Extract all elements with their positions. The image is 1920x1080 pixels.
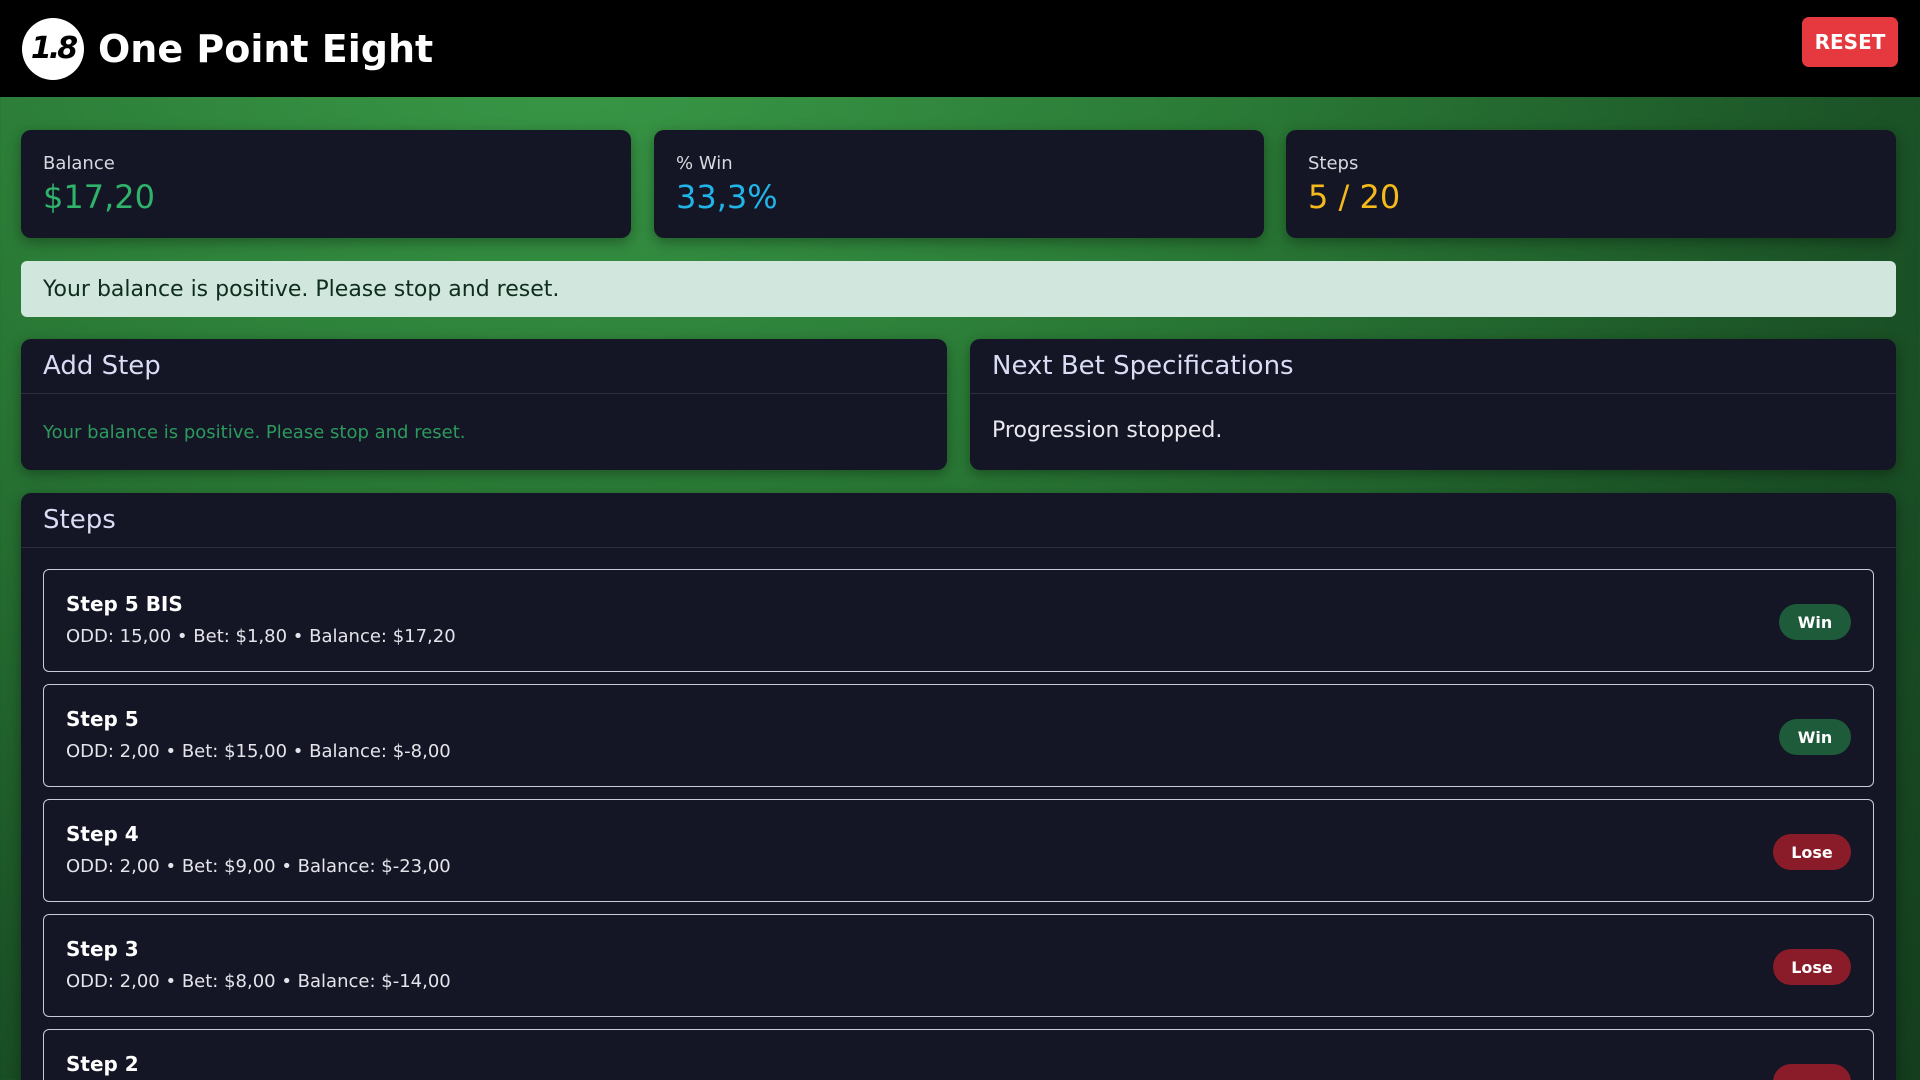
step-row[interactable]: Step 3 ODD: 2,00 • Bet: $8,00 • Balance:… [43,914,1874,1017]
reset-button[interactable]: RESET [1802,17,1898,67]
win-badge: Win [1779,604,1851,640]
balance-value: $17,20 [43,178,155,216]
steps-count-card: Steps 5 / 20 [1286,130,1896,238]
step-row[interactable]: Step 5 ODD: 2,00 • Bet: $15,00 • Balance… [43,684,1874,787]
win-percentage-label: % Win [676,153,733,174]
app-title: One Point Eight [98,26,434,71]
add-step-panel: Add Step Your balance is positive. Pleas… [21,339,947,470]
steps-count-value: 5 / 20 [1308,178,1401,216]
step-title: Step 4 [66,822,139,846]
positive-balance-alert: Your balance is positive. Please stop an… [21,261,1896,317]
steps-panel: Steps Step 5 BIS ODD: 15,00 • Bet: $1,80… [21,493,1896,1080]
next-bet-title: Next Bet Specifications [970,339,1896,394]
top-bar: 1.8 One Point Eight RESET [0,0,1920,97]
step-title: Step 5 [66,707,139,731]
win-percentage-card: % Win 33,3% [654,130,1264,238]
step-title: Step 2 [66,1052,139,1076]
step-row[interactable]: Step 4 ODD: 2,00 • Bet: $9,00 • Balance:… [43,799,1874,902]
steps-count-label: Steps [1308,153,1359,174]
next-bet-message: Progression stopped. [992,418,1223,443]
balance-label: Balance [43,153,115,174]
step-details: ODD: 2,00 • Bet: $15,00 • Balance: $-8,0… [66,741,451,762]
lose-badge [1773,1064,1851,1080]
app-logo: 1.8 [22,17,84,80]
alert-text: Your balance is positive. Please stop an… [43,276,560,302]
step-row[interactable]: Step 5 BIS ODD: 15,00 • Bet: $1,80 • Bal… [43,569,1874,672]
add-step-message: Your balance is positive. Please stop an… [43,422,466,443]
next-bet-panel: Next Bet Specifications Progression stop… [970,339,1896,470]
step-details: ODD: 2,00 • Bet: $9,00 • Balance: $-23,0… [66,856,451,877]
step-details: ODD: 2,00 • Bet: $8,00 • Balance: $-14,0… [66,971,451,992]
lose-badge: Lose [1773,834,1851,870]
win-percentage-value: 33,3% [676,178,778,216]
step-row[interactable]: Step 2 [43,1029,1874,1080]
win-badge: Win [1779,719,1851,755]
steps-title: Steps [21,493,1896,548]
balance-card: Balance $17,20 [21,130,631,238]
lose-badge: Lose [1773,949,1851,985]
step-title: Step 5 BIS [66,592,183,616]
add-step-title: Add Step [21,339,947,394]
step-title: Step 3 [66,937,139,961]
logo-text: 1.8 [30,31,78,66]
step-details: ODD: 15,00 • Bet: $1,80 • Balance: $17,2… [66,626,456,647]
